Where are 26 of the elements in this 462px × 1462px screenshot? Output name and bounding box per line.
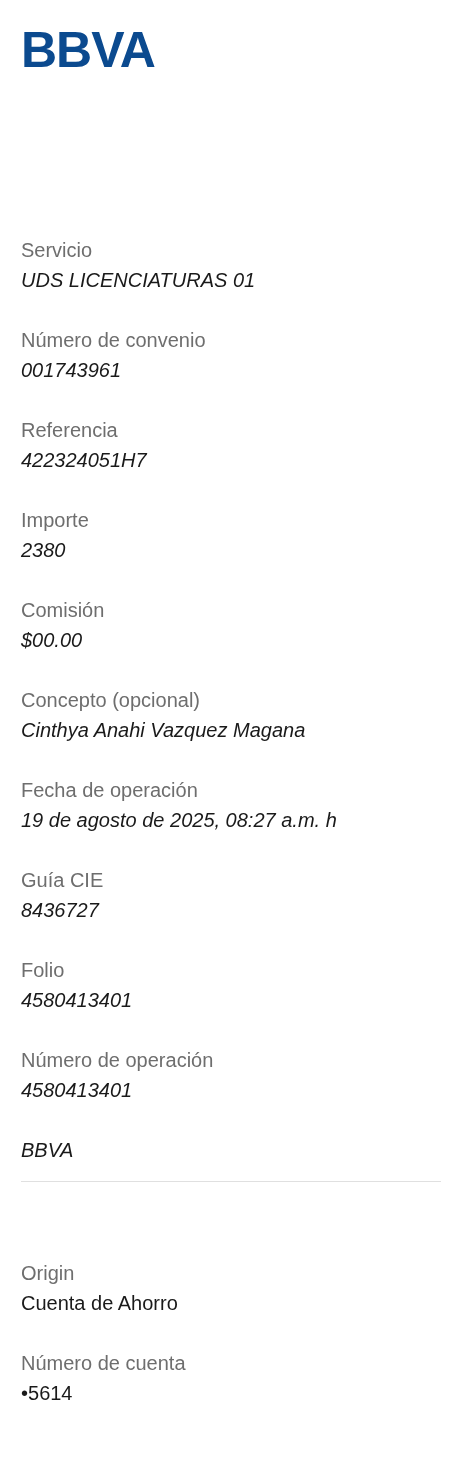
- bank-name: BBVA: [21, 1138, 75, 1163]
- field-value: 4580413401: [21, 1078, 134, 1103]
- field-value: 4580413401: [21, 988, 134, 1013]
- field-label: Número de cuenta: [21, 1351, 187, 1376]
- field-value: 2380: [21, 538, 67, 563]
- field-label: Importe: [21, 508, 90, 533]
- field-label: Origin: [21, 1261, 76, 1286]
- field-value: UDS LICENCIATURAS 01: [21, 268, 257, 293]
- field-label: Fecha de operación: [21, 778, 199, 803]
- field-value: $00.00: [21, 628, 84, 653]
- field-label: Número de operación: [21, 1048, 215, 1073]
- field-label: Comisión: [21, 598, 106, 623]
- field-label: Concepto (opcional): [21, 688, 201, 713]
- bank-logo: BBVA: [21, 22, 155, 78]
- field-label: Folio: [21, 958, 66, 983]
- field-value: 8436727: [21, 898, 101, 923]
- field-label: Servicio: [21, 238, 94, 263]
- field-value: Cinthya Anahi Vazquez Magana: [21, 718, 307, 743]
- field-value: Cuenta de Ahorro: [21, 1291, 179, 1316]
- field-value: 001743961: [21, 358, 123, 383]
- field-label: Guía CIE: [21, 868, 105, 893]
- field-label: Referencia: [21, 418, 119, 443]
- field-value: 422324051H7: [21, 448, 148, 473]
- field-value: 19 de agosto de 2025, 08:27 a.m. h: [21, 808, 338, 833]
- field-value: •5614: [21, 1381, 74, 1406]
- field-label: Número de convenio: [21, 328, 207, 353]
